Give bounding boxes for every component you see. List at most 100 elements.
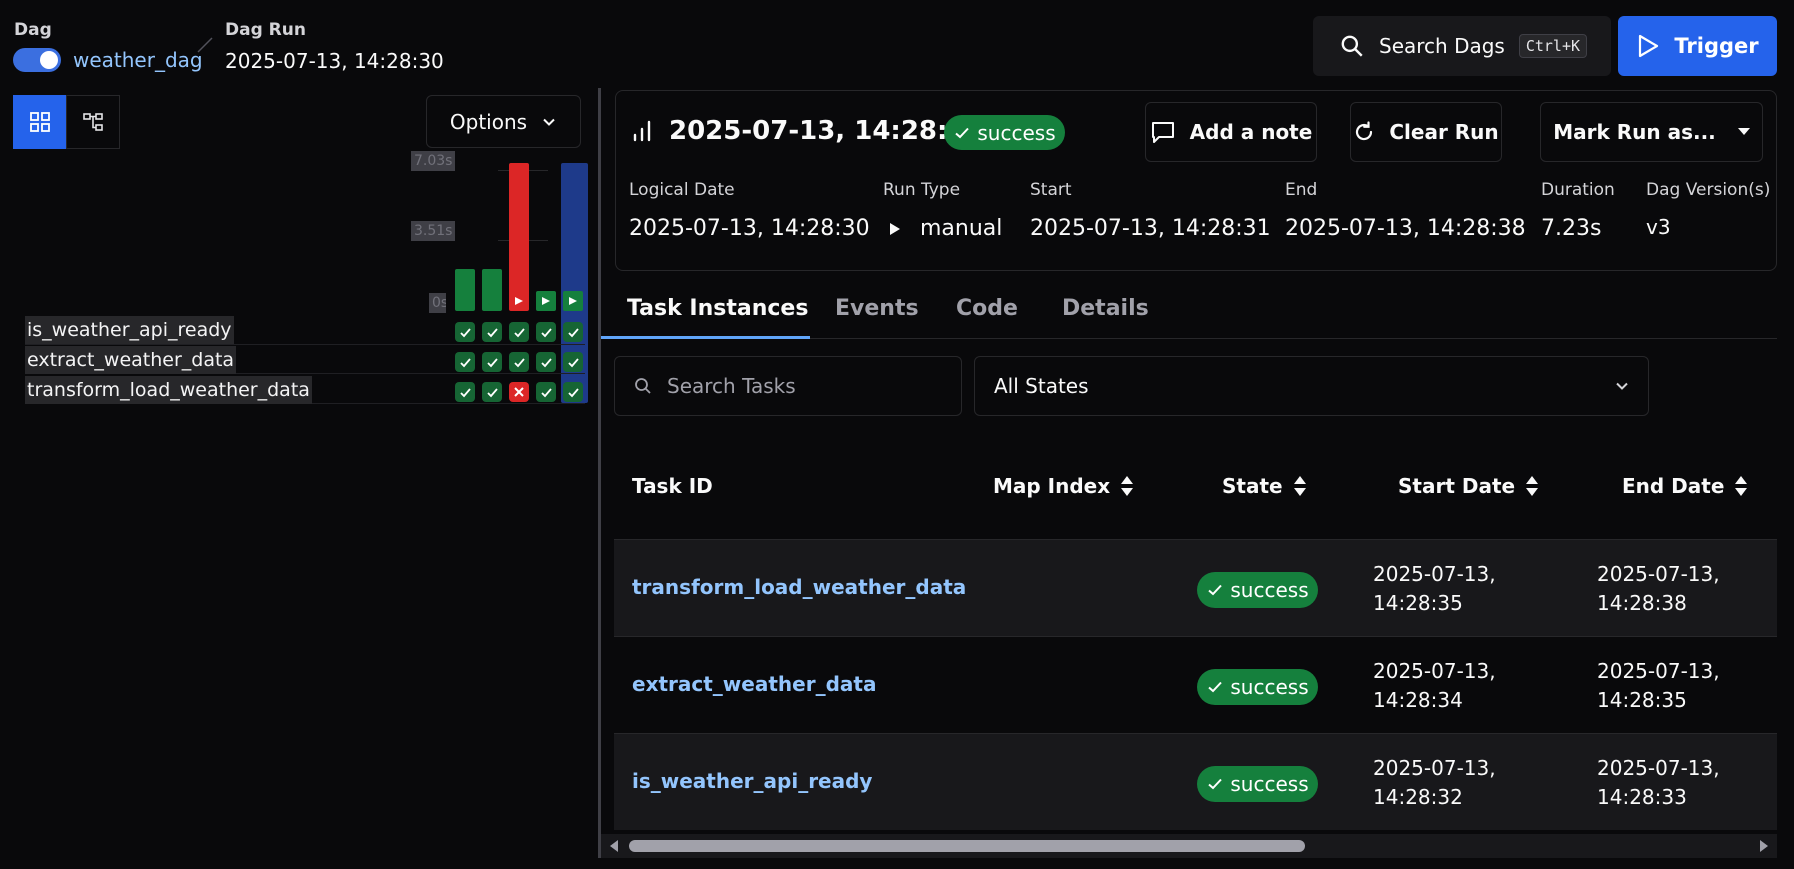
table-row[interactable]: extract_weather_data success 2025-07-13,… <box>614 636 1777 733</box>
column-map-index[interactable]: Map Index <box>993 474 1134 498</box>
end-date-cell: 2025-07-13, 14:28:33 <box>1597 754 1720 812</box>
end-date-day: 2025-07-13, <box>1597 659 1720 683</box>
task-instance-cell[interactable] <box>509 352 529 372</box>
task-instance-cell[interactable] <box>455 352 475 372</box>
run-type-label: Run Type <box>883 180 961 200</box>
run-duration-bar[interactable] <box>509 163 529 311</box>
add-note-button[interactable]: Add a note <box>1145 102 1317 162</box>
add-note-label: Add a note <box>1189 120 1313 144</box>
column-end-date[interactable]: End Date <box>1622 474 1748 498</box>
clear-run-button[interactable]: Clear Run <box>1350 102 1502 162</box>
end-date-time: 14:28:35 <box>1597 688 1687 712</box>
start-date-time: 14:28:34 <box>1373 688 1463 712</box>
table-row[interactable]: is_weather_api_ready success 2025-07-13,… <box>614 733 1777 830</box>
run-summary-card: 2025-07-13, 14:28:30 success Add a note … <box>615 90 1777 271</box>
task-instance-cell[interactable] <box>509 382 529 402</box>
task-instance-cell[interactable] <box>482 382 502 402</box>
task-id-link[interactable]: is_weather_api_ready <box>632 769 872 793</box>
sort-icon <box>1525 475 1539 497</box>
task-instance-cell[interactable] <box>509 322 529 342</box>
check-icon <box>1206 581 1224 599</box>
grid-task-label[interactable]: transform_load_weather_data <box>25 376 312 404</box>
task-instance-cell[interactable] <box>536 382 556 402</box>
sort-icon <box>1734 475 1748 497</box>
check-icon <box>1206 678 1224 696</box>
grid-task-label[interactable]: extract_weather_data <box>25 346 237 374</box>
trigger-button[interactable]: Trigger <box>1618 16 1777 76</box>
state-filter-value: All States <box>994 374 1089 398</box>
run-duration-bar[interactable] <box>455 268 475 311</box>
end-label: End <box>1285 180 1318 200</box>
manual-run-icon <box>568 296 578 306</box>
logical-date-label: Logical Date <box>629 180 735 200</box>
task-id-link[interactable]: extract_weather_data <box>632 672 876 696</box>
task-state-badge: success <box>1197 669 1318 705</box>
scrollbar-thumb[interactable] <box>629 840 1305 852</box>
table-row[interactable]: transform_load_weather_data success 2025… <box>614 539 1777 636</box>
grid-task-label[interactable]: is_weather_api_ready <box>25 316 234 344</box>
column-task-id[interactable]: Task ID <box>632 474 713 498</box>
task-state-badge: success <box>1197 572 1318 608</box>
search-icon <box>633 376 653 396</box>
start-date-day: 2025-07-13, <box>1373 756 1496 780</box>
search-tasks-input[interactable]: Search Tasks <box>614 356 962 416</box>
start-date-time: 14:28:32 <box>1373 785 1463 809</box>
search-dags-label: Search Dags <box>1379 34 1505 58</box>
task-instance-cell[interactable] <box>563 352 583 372</box>
search-shortcut: Ctrl+K <box>1518 34 1588 58</box>
note-icon <box>1150 120 1176 144</box>
task-instance-cell[interactable] <box>536 322 556 342</box>
duration-label: Duration <box>1541 180 1615 200</box>
column-state-label: State <box>1222 474 1283 498</box>
task-state-label: success <box>1230 578 1309 602</box>
state-filter-select[interactable]: All States <box>974 356 1649 416</box>
mark-run-as-label: Mark Run as... <box>1553 120 1716 144</box>
task-instance-cell[interactable] <box>455 322 475 342</box>
chevron-down-icon <box>1614 378 1630 394</box>
scroll-left-arrow-icon[interactable] <box>609 840 619 852</box>
tab-task-instances[interactable]: Task Instances <box>627 296 808 321</box>
logical-date-value: 2025-07-13, 14:28:30 <box>629 216 870 241</box>
end-date-time: 14:28:33 <box>1597 785 1687 809</box>
refresh-icon <box>1353 121 1375 143</box>
task-instance-cell[interactable] <box>563 382 583 402</box>
end-date-time: 14:28:38 <box>1597 591 1687 615</box>
tab-code[interactable]: Code <box>956 296 1018 321</box>
column-start-date[interactable]: Start Date <box>1398 474 1539 498</box>
scroll-right-arrow-icon[interactable] <box>1759 840 1769 852</box>
run-title: 2025-07-13, 14:28:30 <box>669 116 984 146</box>
dag-version-label: Dag Version(s) <box>1646 180 1771 200</box>
panel-resize-handle[interactable] <box>598 88 601 858</box>
start-date-day: 2025-07-13, <box>1373 562 1496 586</box>
tab-events[interactable]: Events <box>835 296 919 321</box>
column-state[interactable]: State <box>1222 474 1307 498</box>
manual-run-icon <box>541 296 551 306</box>
task-state-label: success <box>1230 675 1309 699</box>
end-date-cell: 2025-07-13, 14:28:38 <box>1597 560 1720 618</box>
duration-tick-max: 7.03s <box>411 151 456 171</box>
task-id-link[interactable]: transform_load_weather_data <box>632 575 966 599</box>
search-dags-button[interactable]: Search Dags Ctrl+K <box>1313 16 1611 76</box>
task-instance-cell[interactable] <box>563 322 583 342</box>
task-state-badge: success <box>1197 766 1318 802</box>
end-date-cell: 2025-07-13, 14:28:35 <box>1597 657 1720 715</box>
check-icon <box>953 124 971 142</box>
trigger-label: Trigger <box>1674 34 1759 58</box>
active-tab-indicator <box>601 336 810 339</box>
search-tasks-placeholder: Search Tasks <box>667 374 796 398</box>
play-icon <box>1636 33 1660 59</box>
start-date-cell: 2025-07-13, 14:28:32 <box>1373 754 1496 812</box>
mark-run-as-button[interactable]: Mark Run as... <box>1540 102 1763 162</box>
start-label: Start <box>1030 180 1072 200</box>
manual-run-icon <box>514 296 524 306</box>
run-duration-bar[interactable] <box>482 268 502 311</box>
manual-run-icon <box>889 222 901 236</box>
task-instance-cell[interactable] <box>536 352 556 372</box>
end-value: 2025-07-13, 14:28:38 <box>1285 216 1526 241</box>
task-instance-cell[interactable] <box>455 382 475 402</box>
task-instance-cell[interactable] <box>482 322 502 342</box>
tab-details[interactable]: Details <box>1062 296 1149 321</box>
bar-chart-icon <box>631 119 653 143</box>
horizontal-scrollbar[interactable] <box>601 834 1777 858</box>
task-instance-cell[interactable] <box>482 352 502 372</box>
